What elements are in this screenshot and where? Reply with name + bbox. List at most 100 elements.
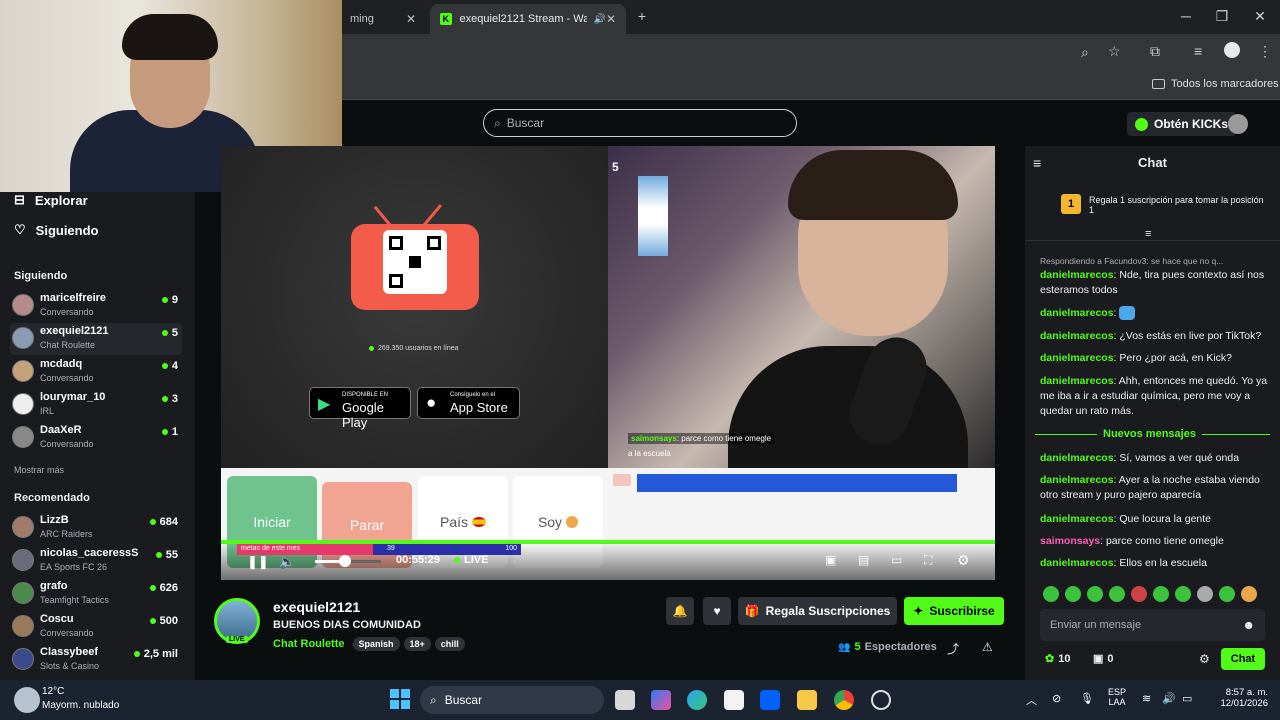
theater-mode-icon[interactable]: ▭ — [891, 553, 902, 567]
channel-item[interactable]: LizzB ARC Raiders 684 — [10, 512, 182, 544]
clock[interactable]: 8:57 a. m. 12/01/2026 — [1208, 687, 1268, 709]
emote-icon[interactable] — [1175, 586, 1191, 602]
close-tab-icon[interactable]: ✕ — [406, 12, 416, 26]
volume-icon[interactable]: 🔊 — [1162, 692, 1176, 705]
pause-icon[interactable]: ❚❚ — [247, 554, 269, 570]
weather-icon[interactable] — [14, 687, 40, 713]
file-explorer-icon[interactable] — [797, 690, 817, 710]
tag-chip[interactable]: chill — [434, 637, 465, 651]
close-window-icon[interactable]: ✕ — [1250, 8, 1270, 25]
user-avatar[interactable] — [1228, 114, 1248, 134]
category-link[interactable]: Chat Roulette — [273, 638, 345, 650]
close-tab-icon[interactable]: ✕ — [606, 12, 616, 26]
emote-icon[interactable] — [1197, 586, 1213, 602]
battery-icon[interactable]: ▭ — [1182, 692, 1192, 705]
emote-icon[interactable] — [1065, 586, 1081, 602]
pinned-toggle-icon[interactable]: ≡ — [1145, 228, 1151, 240]
video-player[interactable]: 269.350 usuarios en línea ▶ DISPONIBLE E… — [221, 146, 995, 580]
microphone-icon[interactable]: 🎙 — [1080, 692, 1094, 705]
channel-item[interactable]: Classybeef Slots & Casino 2,5 mil — [10, 644, 182, 676]
show-more-link[interactable]: Mostrar más — [14, 465, 64, 475]
tag-chip[interactable]: Spanish — [352, 637, 400, 651]
windows-start-icon[interactable] — [390, 689, 410, 709]
emote-icon[interactable] — [1153, 586, 1169, 602]
chat-settings-icon[interactable]: ⚙ — [1199, 652, 1210, 666]
emote-icon[interactable] — [1131, 586, 1147, 602]
follow-heart-icon[interactable]: ♥ — [703, 597, 731, 625]
emote-icon[interactable] — [1109, 586, 1125, 602]
report-icon[interactable]: ⚠ — [982, 640, 993, 654]
media-icon[interactable]: ≡ — [1194, 43, 1202, 59]
clip-icon[interactable]: ▤ — [858, 553, 869, 567]
chrome-icon[interactable] — [834, 690, 854, 710]
maximize-icon[interactable]: ❐ — [1212, 8, 1232, 25]
gift-subs-button[interactable]: 🎁 Regala Suscripciones — [738, 597, 897, 625]
google-play-badge[interactable]: ▶ DISPONIBLE EN Google Play — [309, 387, 411, 430]
language-indicator[interactable]: ESP LAA — [1108, 687, 1126, 707]
all-bookmarks[interactable]: Todos los marcadores — [1152, 78, 1279, 90]
extensions-icon[interactable]: ⧉ — [1150, 43, 1160, 60]
tag-chip[interactable]: 18+ — [403, 637, 431, 651]
wifi-icon[interactable]: ≋ — [1142, 692, 1151, 705]
tray-overflow-icon[interactable]: ︿ — [1026, 692, 1037, 708]
notification-bell-icon[interactable]: 🔔 — [666, 597, 694, 625]
volume-icon[interactable]: 🔈 — [279, 554, 295, 570]
chat-username[interactable]: danielmarecos — [1040, 375, 1114, 387]
taskbar-search[interactable]: ⌕ Buscar — [420, 686, 604, 714]
chat-username[interactable]: saimonsays — [1040, 535, 1100, 547]
chat-input[interactable]: Enviar un mensaje ☻ — [1040, 609, 1265, 641]
browser-tab-active[interactable]: K exequiel2121 Stream - Wat 🔊 ✕ — [430, 4, 626, 34]
live-indicator[interactable]: LIVE — [454, 554, 488, 566]
copilot-icon[interactable] — [651, 690, 671, 710]
streamer-name[interactable]: exequiel2121 — [273, 599, 360, 615]
app-store-badge[interactable]: ● Consíguelo en el App Store — [417, 387, 520, 419]
network-off-icon[interactable]: ⊘ — [1052, 692, 1061, 705]
edge-icon[interactable] — [687, 690, 707, 710]
channel-item[interactable]: grafo Teamfight Tactics 626 — [10, 578, 182, 610]
search-input[interactable]: ⌕ Buscar — [483, 109, 797, 137]
emoji-icon[interactable]: ☻ — [1242, 618, 1255, 632]
dropbox-icon[interactable] — [760, 690, 780, 710]
volume-slider[interactable] — [315, 555, 381, 567]
chat-username[interactable]: danielmarecos — [1040, 513, 1114, 525]
chat-username[interactable]: danielmarecos — [1040, 557, 1114, 569]
settings-icon[interactable]: ⚙ — [957, 552, 970, 569]
menu-icon[interactable]: ⋮ — [1258, 43, 1272, 60]
profile-icon[interactable] — [1224, 42, 1240, 58]
emote-icon[interactable] — [1241, 586, 1257, 602]
channel-item[interactable]: nicolas_caceressS EA Sports FC 26 55 — [10, 545, 182, 577]
emote-icon[interactable] — [1219, 586, 1235, 602]
get-kicks-button[interactable]: Obtén KICKs — [1127, 112, 1237, 136]
channel-item[interactable]: Coscu Conversando 500 — [10, 611, 182, 643]
browser-tab-inactive[interactable]: ming ✕ — [330, 4, 426, 34]
volume-knob[interactable] — [338, 555, 351, 567]
sidebar-item-following[interactable]: ♡ Siguiendo — [14, 222, 99, 238]
star-icon[interactable]: ☆ — [1108, 43, 1121, 60]
emote-icon[interactable] — [1087, 586, 1103, 602]
channel-item[interactable]: mcdadq Conversando 4 — [10, 356, 182, 388]
chat-username[interactable]: danielmarecos — [1040, 452, 1114, 464]
gift-banner-text[interactable]: Regala 1 suscripción para tomar la posic… — [1089, 195, 1269, 215]
channel-item[interactable]: DaaXeR Conversando 1 — [10, 422, 182, 454]
chat-username[interactable]: danielmarecos — [1040, 352, 1114, 364]
share-icon[interactable]: ⤴ — [947, 640, 959, 657]
gift-balance[interactable]: ▣ 0 — [1093, 652, 1114, 666]
chat-username[interactable]: danielmarecos — [1040, 307, 1114, 319]
task-view-icon[interactable] — [615, 690, 635, 710]
chat-username[interactable]: danielmarecos — [1040, 330, 1114, 342]
obs-icon[interactable] — [871, 690, 891, 710]
zoom-icon[interactable]: ⌕ — [1081, 44, 1089, 61]
miniplayer-icon[interactable]: ▣ — [825, 553, 836, 567]
channel-item-selected[interactable]: exequiel2121 Chat Roulette 5 — [10, 323, 182, 355]
channel-item[interactable]: lourymar_10 IRL 3 — [10, 389, 182, 421]
store-icon[interactable] — [724, 690, 744, 710]
subscribe-button[interactable]: ✦ Suscribirse — [904, 597, 1004, 625]
chat-username[interactable]: danielmarecos — [1040, 474, 1114, 486]
emote-icon[interactable] — [1043, 586, 1059, 602]
minimize-icon[interactable]: ─ — [1176, 8, 1196, 24]
channel-item[interactable]: maricelfreire Conversando 9 — [10, 290, 182, 322]
fullscreen-icon[interactable]: ⛶ — [924, 553, 932, 568]
send-chat-button[interactable]: Chat — [1221, 648, 1265, 670]
chat-username[interactable]: danielmarecos — [1040, 269, 1114, 281]
sidebar-item-explore[interactable]: ⊟ Explorar — [14, 192, 88, 208]
